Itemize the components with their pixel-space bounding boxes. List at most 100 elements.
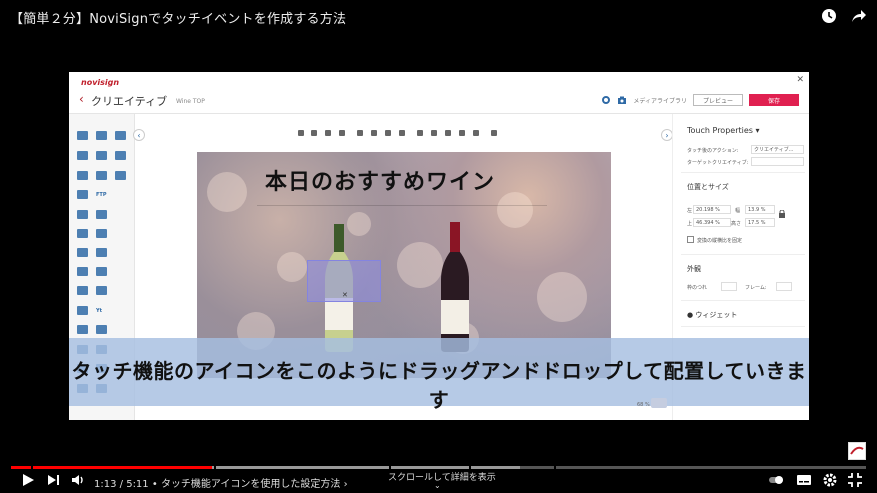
page-title: クリエイティブ [91,95,168,108]
chapter-marker [389,466,391,469]
x-input[interactable]: 20.198 % [693,205,731,214]
autoplay-toggle-icon[interactable] [768,472,784,488]
video-frame[interactable]: novisign ‹ クリエイティブ Wine TOP ✕ メディアライブラリ … [69,72,809,420]
touch-tool-icon[interactable] [96,325,107,334]
height-unit: % [760,220,766,226]
watch-later-icon[interactable] [821,8,837,24]
border-radius-label: 枠のつれ [687,285,708,291]
save-button[interactable]: 保存 [749,94,799,106]
widget-heading[interactable]: ● ウィジェット [687,310,737,320]
back-chevron-icon[interactable]: ‹ [79,92,84,106]
border-radius-select[interactable] [721,282,737,291]
ftp-tool-icon[interactable]: FTP [96,192,107,198]
align-center-icon[interactable] [311,130,317,136]
web-tool-icon[interactable] [96,131,107,140]
drag-handle-icon[interactable]: ✕ [342,291,348,299]
share-icon[interactable] [851,8,867,24]
back-icon[interactable] [431,130,437,136]
touch-action-select[interactable]: クリエイティブ... [751,145,804,154]
table-tool-icon[interactable] [115,131,126,140]
code-tool-icon[interactable] [115,171,126,180]
scroll-hint[interactable]: スクロールして詳細を表示 [388,470,496,483]
search-tool-icon[interactable] [96,286,107,295]
play-icon[interactable] [20,472,36,488]
redo-icon[interactable] [473,130,479,136]
u-tool-icon[interactable] [77,306,88,315]
settings-gear-icon[interactable] [822,472,838,488]
lock-icon[interactable] [445,130,451,136]
chat-tool-icon[interactable] [77,210,88,219]
gallery-tool-icon[interactable] [96,151,107,160]
undo-icon[interactable] [459,130,465,136]
height-input[interactable]: 17.5 % [745,218,775,227]
frame-select[interactable] [776,282,792,291]
screen-tool-icon[interactable] [96,229,107,238]
top-right-actions [821,8,867,24]
weather-tool-icon[interactable] [77,325,88,334]
touch-widget[interactable]: ✕ [307,260,381,302]
canvas-heading[interactable]: 本日のおすすめワイン [265,164,495,196]
exit-fullscreen-icon[interactable] [847,472,863,488]
users-icon[interactable] [491,130,497,136]
x-unit: % [715,207,720,213]
social-tool-icon[interactable] [96,210,107,219]
time-total: 5:11 [126,479,149,490]
progress-played [11,466,212,469]
paste-icon[interactable] [371,130,377,136]
red-wine-bottle-image[interactable] [438,222,472,352]
lock-ratio-icon[interactable] [779,210,785,218]
keep-ratio-checkbox[interactable] [687,236,694,243]
text-tool-icon[interactable] [77,131,88,140]
captions-icon[interactable] [796,472,812,488]
keep-ratio-label: 変換の縦横比を固定 [697,238,743,244]
rss-tool-icon[interactable] [77,248,88,257]
close-icon[interactable]: ✕ [796,75,804,85]
time-display: 1:13 / 5:11 • タッチ機能アイコンを使用した設定方法 › [94,479,348,490]
video-title[interactable]: 【簡単２分】NoviSignでタッチイベントを作成する方法 [10,8,346,27]
yt-tool-icon[interactable]: Yt [96,308,102,314]
zoom-control[interactable] [651,398,667,408]
layer-icon[interactable] [385,130,391,136]
group-tool-icon[interactable] [115,151,126,160]
media-library-link[interactable]: メディアライブラリ [633,96,687,105]
zoom-level: 68 % [637,402,650,408]
video-subtitle: タッチ機能のアイコンをこのようにドラッグアンドドロップして配置していきます [71,359,807,412]
progress-bar[interactable] [11,466,866,469]
ticker-tool-icon[interactable] [77,229,88,238]
target-creative-select[interactable] [751,157,804,166]
width-input[interactable]: 13.9 % [745,205,775,214]
next-icon[interactable] [46,472,62,488]
divider [257,205,547,206]
preview-button[interactable]: プレビュー [693,94,743,106]
x-label: 左 [687,208,693,214]
gear-icon[interactable] [601,95,611,105]
collapse-left-chevron-icon[interactable]: ‹ [133,129,145,141]
move-icon[interactable] [339,130,345,136]
instagram-tool-icon[interactable] [96,267,107,276]
breadcrumb[interactable]: Wine TOP [176,98,205,105]
touch-action-label: タッチ後のアクション: [687,148,739,154]
twitter-tool-icon[interactable] [96,248,107,257]
chapter-marker [554,466,556,469]
align-left-icon[interactable] [298,130,304,136]
chapter-marker [31,466,33,469]
touch-properties-heading[interactable]: Touch Properties ▾ [687,126,760,135]
video-tool-icon[interactable] [77,190,88,199]
chapter-title[interactable]: タッチ機能アイコンを使用した設定方法 [161,479,341,490]
y-input[interactable]: 46.394 % [693,218,731,227]
channel-watermark[interactable] [848,442,866,460]
front-icon[interactable] [417,130,423,136]
header-actions: メディアライブラリ プレビュー 保存 [601,94,799,106]
camera-icon[interactable] [617,95,627,105]
align-right-icon[interactable] [325,130,331,136]
youtube-tool-icon[interactable] [77,286,88,295]
chevron-down-icon[interactable]: ⌄ [434,481,441,490]
slides-tool-icon[interactable] [96,171,107,180]
copy-icon[interactable] [357,130,363,136]
frame-tool-icon[interactable] [77,151,88,160]
volume-icon[interactable] [70,472,86,488]
delete-icon[interactable] [399,130,405,136]
x-value: 20.198 [696,207,714,213]
image-tool-icon[interactable] [77,171,88,180]
counter-tool-icon[interactable] [77,267,88,276]
